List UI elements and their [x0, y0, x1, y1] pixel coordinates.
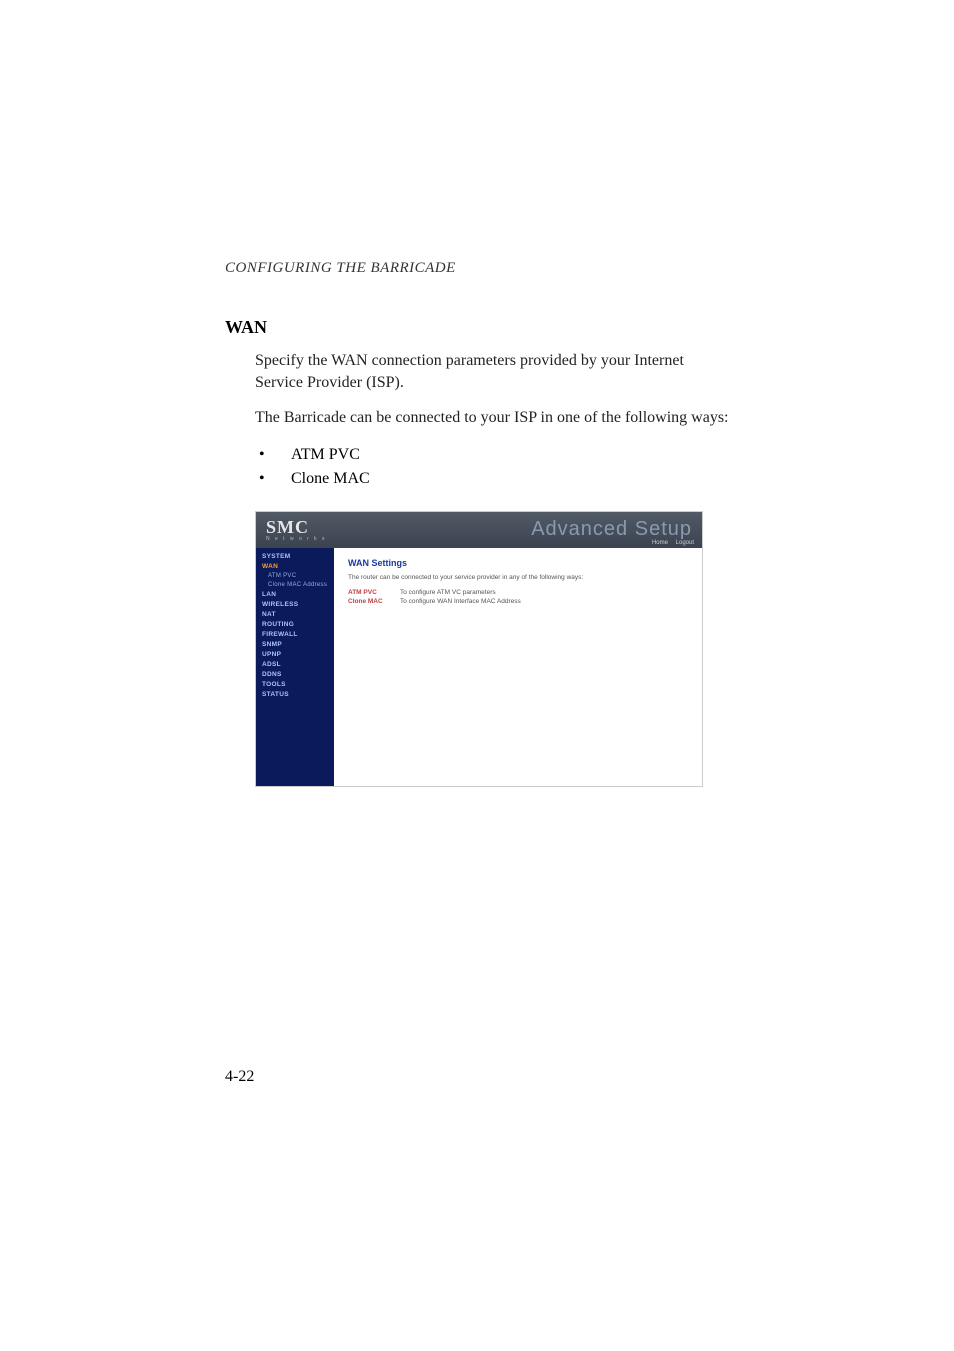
top-links: Home Logout	[646, 540, 694, 546]
row-label-clone[interactable]: Clone MAC	[348, 598, 400, 605]
nav-nat[interactable]: NAT	[256, 610, 334, 620]
row-label-atm[interactable]: ATM PVC	[348, 589, 400, 596]
nav-wan[interactable]: WAN	[256, 562, 334, 572]
content-title: WAN Settings	[348, 558, 688, 568]
content-intro: The router can be connected to your serv…	[348, 574, 688, 581]
row-desc-clone: To configure WAN Interface MAC Address	[400, 598, 521, 605]
bullet-item: Clone MAC	[255, 467, 729, 491]
nav-lan[interactable]: LAN	[256, 590, 334, 600]
smc-logo: SMC	[266, 517, 309, 537]
sidebar-nav: SYSTEM WAN ATM PVC Clone MAC Address LAN…	[256, 548, 334, 786]
logout-link[interactable]: Logout	[676, 540, 694, 546]
nav-atm-pvc[interactable]: ATM PVC	[256, 572, 334, 581]
nav-clone-mac[interactable]: Clone MAC Address	[256, 581, 334, 590]
content-panel: WAN Settings The router can be connected…	[334, 548, 702, 786]
smc-logo-subtitle: N e t w o r k s	[266, 536, 327, 542]
content-row: Clone MAC To configure WAN Interface MAC…	[348, 598, 688, 605]
nav-ddns[interactable]: DDNS	[256, 670, 334, 680]
nav-wireless[interactable]: WIRELESS	[256, 600, 334, 610]
screenshot-body: SYSTEM WAN ATM PVC Clone MAC Address LAN…	[256, 548, 702, 786]
nav-firewall[interactable]: FIREWALL	[256, 630, 334, 640]
bullet-item: ATM PVC	[255, 443, 729, 467]
nav-tools[interactable]: TOOLS	[256, 680, 334, 690]
bullet-list: ATM PVC Clone MAC	[255, 443, 729, 491]
content-row: ATM PVC To configure ATM VC parameters	[348, 589, 688, 596]
section-title: WAN	[225, 317, 729, 338]
screenshot-header: SMC N e t w o r k s Advanced Setup Home …	[256, 512, 702, 548]
home-link[interactable]: Home	[652, 540, 668, 546]
nav-snmp[interactable]: SNMP	[256, 640, 334, 650]
embedded-screenshot: SMC N e t w o r k s Advanced Setup Home …	[255, 511, 703, 787]
paragraph-2: The Barricade can be connected to your I…	[255, 407, 729, 429]
page-number: 4-22	[225, 1068, 254, 1086]
row-desc-atm: To configure ATM VC parameters	[400, 589, 496, 596]
advanced-setup-label: Advanced Setup	[531, 518, 692, 541]
nav-adsl[interactable]: ADSL	[256, 660, 334, 670]
paragraph-1: Specify the WAN connection parameters pr…	[255, 350, 729, 393]
running-header: CONFIGURING THE BARRICADE	[225, 260, 729, 277]
nav-upnp[interactable]: UPnP	[256, 650, 334, 660]
nav-system[interactable]: SYSTEM	[256, 552, 334, 562]
logo-block: SMC N e t w o r k s	[266, 517, 327, 542]
nav-routing[interactable]: ROUTING	[256, 620, 334, 630]
running-header-text: CONFIGURING THE BARRICADE	[225, 260, 456, 276]
section-title-text: WAN	[225, 317, 267, 337]
nav-status[interactable]: STATUS	[256, 690, 334, 700]
